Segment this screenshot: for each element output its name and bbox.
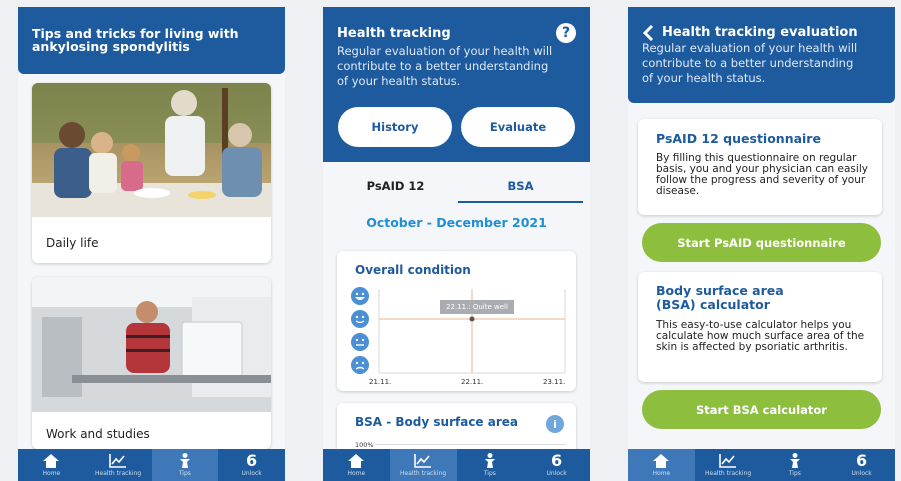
nav-health-tracking-label: Health tracking — [400, 469, 447, 477]
help-icon[interactable]: ? — [556, 23, 576, 43]
overall-condition-card: Overall condition 22.11.: Quite well 21.… — [337, 251, 576, 391]
nav-unlock-label: Unlock — [241, 469, 262, 477]
card-title: PsAID 12 questionnaire — [656, 131, 821, 146]
nav-unlock[interactable]: 6 Unlock — [218, 449, 285, 481]
health-tracking-screen: Health tracking Regular evaluation of yo… — [323, 7, 590, 481]
chart-gridline — [375, 444, 566, 445]
psaid-card: PsAID 12 questionnaire By filling this q… — [638, 119, 882, 215]
nav-home[interactable]: Home — [323, 449, 390, 481]
nav-home-label: Home — [652, 469, 671, 477]
tips-header: Tips and tricks for living with ankylosi… — [18, 7, 285, 74]
x-tick: 23.11. — [543, 378, 566, 386]
evaluation-screen: Health tracking evaluation Regular evalu… — [628, 7, 895, 481]
nav-unlock-label: Unlock — [546, 469, 567, 477]
back-chevron-icon[interactable] — [642, 25, 654, 41]
page-title: Health tracking — [337, 26, 451, 41]
tip-card-label: Daily life — [46, 236, 99, 250]
y-tick: 100% — [355, 441, 374, 449]
start-bsa-button[interactable]: Start BSA calculator — [642, 390, 881, 429]
nav-tips-label: Tips — [788, 469, 801, 477]
six-icon: 6 — [551, 450, 563, 470]
nav-tips[interactable]: Tips — [457, 449, 524, 481]
history-button[interactable]: History — [338, 107, 452, 147]
nav-home[interactable]: Home — [18, 449, 85, 481]
nav-tips[interactable]: Tips — [762, 449, 829, 481]
x-tick: 22.11. — [461, 378, 484, 386]
nav-tips[interactable]: Tips — [151, 449, 219, 481]
chart-icon — [109, 453, 127, 469]
tips-screen: Tips and tricks for living with ankylosi… — [18, 7, 285, 481]
six-icon: 6 — [246, 450, 258, 470]
period-label: October - December 2021 — [366, 215, 547, 230]
bottom-nav: Home Health tracking Tips 6 Unlock — [18, 449, 285, 481]
nav-health-tracking[interactable]: Health tracking — [389, 449, 457, 481]
page-title: Health tracking evaluation — [662, 25, 858, 40]
chart-icon — [719, 453, 737, 469]
card-title: Body surface area (BSA) calculator — [656, 283, 784, 312]
nav-home-label: Home — [42, 469, 61, 477]
home-icon — [43, 453, 60, 469]
tab-bsa[interactable]: BSA — [458, 179, 583, 193]
person-icon — [788, 453, 802, 469]
chart-icon — [414, 453, 432, 469]
nav-health-tracking[interactable]: Health tracking — [695, 449, 762, 481]
person-icon — [483, 453, 497, 469]
unlock-glyph: 6 — [246, 450, 258, 470]
tip-card-daily-life[interactable]: Daily life — [32, 83, 271, 263]
info-icon[interactable]: i — [546, 415, 564, 433]
chart-tooltip: 22.11.: Quite well — [440, 300, 514, 314]
nav-health-tracking[interactable]: Health tracking — [85, 449, 152, 481]
tab-psaid12[interactable]: PsAID 12 — [333, 179, 458, 193]
page-subtitle: Regular evaluation of your health will c… — [642, 41, 858, 85]
nav-unlock-label: Unlock — [851, 469, 872, 477]
bottom-nav: Home Health tracking Tips 6 Unlock — [323, 449, 590, 481]
unlock-glyph: 6 — [856, 450, 868, 470]
active-tab-indicator — [458, 201, 583, 203]
nav-unlock[interactable]: 6 Unlock — [523, 449, 590, 481]
evaluation-header: Health tracking evaluation Regular evalu… — [628, 7, 895, 103]
mood-scale-icons — [351, 287, 369, 374]
nav-home[interactable]: Home — [628, 449, 695, 481]
bsa-calculator-card: Body surface area (BSA) calculator This … — [638, 272, 882, 382]
home-icon — [653, 453, 670, 469]
page-title: Tips and tricks for living with ankylosi… — [32, 26, 239, 54]
home-icon — [348, 453, 365, 469]
nav-tips-label: Tips — [483, 469, 496, 477]
nav-home-label: Home — [347, 469, 366, 477]
nav-unlock[interactable]: 6 Unlock — [828, 449, 895, 481]
unlock-glyph: 6 — [551, 450, 563, 470]
card-title: BSA - Body surface area — [355, 415, 518, 429]
card-body: This easy-to-use calculator helps you ca… — [656, 319, 865, 353]
card-body: By filling this questionnaire on regular… — [656, 152, 868, 197]
tip-card-work-and-studies[interactable]: Work and studies — [32, 277, 271, 449]
nav-tips-label: Tips — [178, 469, 191, 477]
x-tick: 21.11. — [369, 378, 392, 386]
tab-bar: PsAID 12 BSA — [323, 175, 590, 205]
six-icon: 6 — [856, 450, 868, 470]
tip-card-label: Work and studies — [46, 427, 150, 441]
header-title-row: Health tracking evaluation — [642, 25, 881, 41]
evaluate-button[interactable]: Evaluate — [461, 107, 575, 147]
work-photo — [32, 277, 271, 412]
person-icon — [178, 453, 192, 469]
nav-health-tracking-label: Health tracking — [95, 469, 142, 477]
bottom-nav: Home Health tracking Tips 6 Unlock — [628, 449, 895, 481]
daily-life-photo — [32, 83, 271, 217]
page-subtitle: Regular evaluation of your health will c… — [337, 44, 553, 88]
start-psaid-button[interactable]: Start PsAID questionnaire — [642, 223, 881, 262]
nav-health-tracking-label: Health tracking — [705, 469, 752, 477]
card-title: Overall condition — [355, 263, 471, 277]
